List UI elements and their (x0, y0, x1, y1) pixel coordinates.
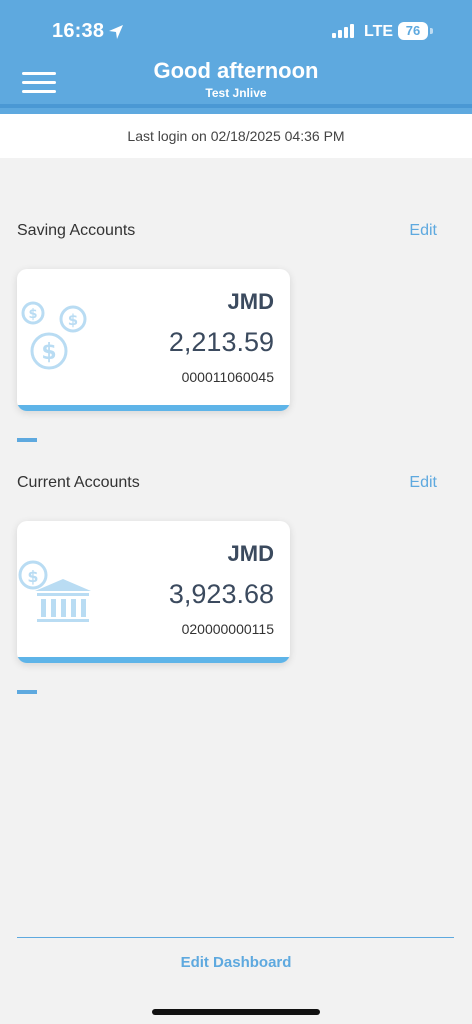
svg-text:$: $ (41, 340, 56, 365)
edit-dashboard-button[interactable]: Edit Dashboard (0, 954, 472, 971)
card-account-number: 020000000115 (181, 621, 274, 637)
last-login-bar: Last login on 02/18/2025 04:36 PM (0, 114, 472, 158)
greeting-title: Good afternoon (153, 58, 319, 83)
card-account-number: 000011060045 (181, 369, 274, 385)
saving-accounts-edit-link[interactable]: Edit (409, 222, 437, 240)
current-accounts-pager-indicator (17, 690, 37, 694)
user-name: Test Jnlive (205, 86, 267, 100)
coins-icon: $ $ $ (21, 301, 87, 370)
current-accounts-edit-link[interactable]: Edit (409, 474, 437, 492)
screen: 16:38 LTE 76 Good afternoon Test Jnlive … (0, 0, 472, 1024)
card-currency: JMD (227, 541, 274, 566)
location-arrow-icon (109, 25, 123, 39)
app-header: 16:38 LTE 76 Good afternoon Test Jnlive (0, 0, 472, 114)
saving-accounts-title: Saving Accounts (17, 222, 136, 239)
battery-tip (430, 28, 433, 34)
bank-icon: $ (18, 560, 91, 622)
header-divider (0, 104, 472, 108)
last-login-text: Last login on 02/18/2025 04:36 PM (127, 128, 345, 144)
svg-text:$: $ (27, 567, 38, 586)
current-account-card[interactable]: $ JMD 3,923.68 020000000115 (17, 521, 290, 663)
card-accent-bar (17, 405, 290, 411)
card-balance: 2,213.59 (168, 327, 274, 357)
footer-divider (17, 937, 454, 938)
battery-icon: 76 (398, 22, 428, 40)
saving-accounts-pager-indicator (17, 438, 37, 442)
status-time: 16:38 (52, 20, 105, 42)
card-balance: 3,923.68 (168, 579, 274, 609)
network-label: LTE (364, 23, 394, 40)
svg-text:$: $ (28, 307, 37, 322)
current-accounts-title: Current Accounts (17, 474, 140, 491)
card-accent-bar (17, 657, 290, 663)
saving-account-card[interactable]: $ $ $ JMD 2,213.59 000011060045 (17, 269, 290, 411)
card-currency: JMD (227, 289, 274, 314)
signal-icon (332, 24, 354, 38)
svg-text:$: $ (68, 311, 78, 329)
home-indicator[interactable] (152, 1009, 320, 1015)
battery-level: 76 (405, 23, 421, 38)
